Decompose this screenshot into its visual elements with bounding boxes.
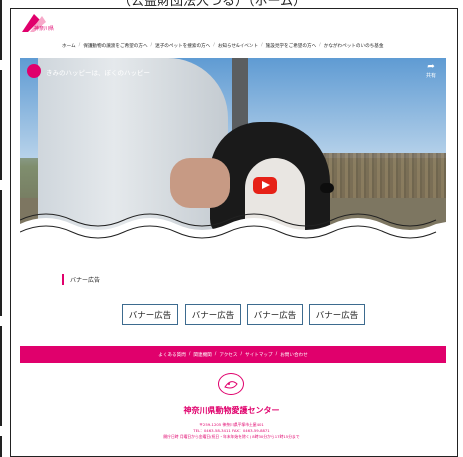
footer-separator: / bbox=[240, 352, 243, 357]
logo-text: 神奈川県 bbox=[34, 26, 55, 32]
nav-separator: / bbox=[213, 43, 215, 48]
share-button[interactable]: ➦ 共有 bbox=[423, 63, 439, 81]
footer-separator: / bbox=[214, 352, 217, 357]
footer-link-related[interactable]: 関連機関 bbox=[193, 352, 211, 358]
banner-section-heading: バナー広告 bbox=[62, 272, 100, 286]
footer-organization-name: 神奈川県動物愛護センター bbox=[183, 406, 280, 415]
footer-link-sitemap[interactable]: サイトマップ bbox=[245, 352, 273, 358]
footer-contact-info: 〒259-1205 神奈川県平塚市土屋401 TEL：0463-58-3411 … bbox=[0, 422, 463, 440]
video-title[interactable]: きみのハッピーは、ぼくのハッピー bbox=[46, 67, 150, 77]
nav-separator: / bbox=[261, 43, 263, 48]
banner-ad-2[interactable]: バナー広告 bbox=[185, 304, 241, 325]
banner-ad-1[interactable]: バナー広告 bbox=[122, 304, 178, 325]
nav-item-facility-tour[interactable]: 施設見学をご希望の方へ bbox=[266, 43, 317, 53]
nav-item-home[interactable]: ホーム bbox=[62, 43, 76, 53]
nav-item-lost-pet[interactable]: 迷子のペットを捜索の方へ bbox=[155, 43, 210, 53]
nav-item-news-events[interactable]: お知らせ&イベント bbox=[218, 43, 258, 53]
banner-ad-3[interactable]: バナー広告 bbox=[247, 304, 303, 325]
play-button-icon[interactable] bbox=[253, 177, 277, 194]
banner-ad-4[interactable]: バナー広告 bbox=[309, 304, 365, 325]
footer-separator: / bbox=[188, 352, 191, 357]
footer-link-faq[interactable]: よくある質問 bbox=[158, 352, 186, 358]
footer-link-access[interactable]: アクセス bbox=[219, 352, 237, 358]
global-nav: ホーム / 保護動物の譲渡をご希望の方へ / 迷子のペットを捜索の方へ / お知らせ&… bbox=[62, 43, 450, 53]
nav-item-adoption[interactable]: 保護動物の譲渡をご希望の方へ bbox=[83, 43, 147, 53]
footer-separator: / bbox=[275, 352, 278, 357]
nav-separator: / bbox=[78, 43, 81, 48]
channel-avatar[interactable] bbox=[27, 64, 41, 78]
decorative-wave-lines bbox=[20, 213, 437, 239]
nav-separator: / bbox=[150, 43, 153, 48]
footer-emblem-icon bbox=[218, 373, 244, 395]
heading-accent-bar bbox=[62, 273, 64, 285]
left-border-rule bbox=[0, 0, 3, 457]
share-icon: ➦ bbox=[427, 62, 435, 72]
nav-item-pet-fund[interactable]: かながわペットのいのち基金 bbox=[324, 43, 384, 53]
video-hand bbox=[170, 158, 230, 208]
footer-link-contact[interactable]: お問い合わせ bbox=[280, 352, 308, 358]
banner-section-title: バナー広告 bbox=[70, 276, 101, 284]
video-dog-nose bbox=[320, 183, 334, 193]
nav-separator: / bbox=[319, 43, 321, 48]
share-label: 共有 bbox=[425, 73, 436, 79]
footer-hours: 開庁日時 月曜日から金曜日(祝日・年末年始を除く) 8時30分から17時15分ま… bbox=[163, 434, 300, 439]
footer-nav: よくある質問 / 関連機関 / アクセス / サイトマップ / お問い合わせ bbox=[20, 346, 446, 363]
